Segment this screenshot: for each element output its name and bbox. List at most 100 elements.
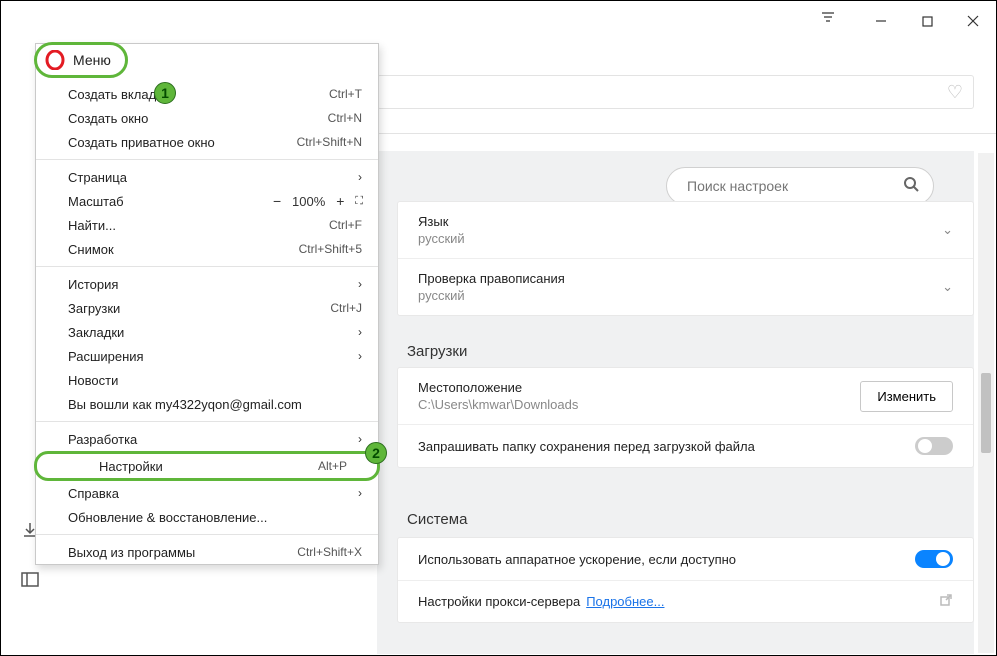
menu-item-label: Новости <box>68 373 118 388</box>
menu-item-label: Обновление & восстановление... <box>68 510 267 525</box>
zoom-in-button[interactable]: + <box>333 193 347 209</box>
menu-item-shortcut: Alt+P <box>318 459 347 473</box>
menu-item-label: Масштаб <box>68 194 124 209</box>
menu-bookmarks[interactable]: Закладки › <box>36 320 378 344</box>
menu-snapshot[interactable]: Снимок Ctrl+Shift+5 <box>36 237 378 261</box>
download-ask-label: Запрашивать папку сохранения перед загру… <box>418 439 755 454</box>
chevron-down-icon: ⌄ <box>942 279 953 295</box>
search-icon <box>903 176 919 197</box>
downloads-panel: Местоположение C:\Users\kmwar\Downloads … <box>397 367 974 468</box>
downloads-section-title: Загрузки <box>407 343 467 360</box>
menu-find[interactable]: Найти... Ctrl+F <box>36 213 378 237</box>
opera-window: ♡ Язык русский ⌄ <box>0 0 997 656</box>
settings-search[interactable] <box>666 167 934 205</box>
proxy-learn-more-link[interactable]: Подробнее... <box>586 594 664 609</box>
menu-item-shortcut: Ctrl+T <box>329 87 362 101</box>
menu-item-shortcut: Ctrl+Shift+N <box>297 135 362 149</box>
chevron-right-icon: › <box>358 349 362 363</box>
menu-new-private-window[interactable]: Создать приватное окно Ctrl+Shift+N <box>36 130 378 154</box>
chevron-right-icon: › <box>358 277 362 291</box>
menu-item-shortcut: Ctrl+N <box>328 111 362 125</box>
menu-item-label: Вы вошли как my4322yqon@gmail.com <box>68 397 302 412</box>
language-panel: Язык русский ⌄ Проверка правописания рус… <box>397 201 974 316</box>
window-controls <box>858 1 996 41</box>
menu-button[interactable]: Меню <box>34 42 128 78</box>
menu-developer[interactable]: Разработка › <box>36 427 378 451</box>
scrollbar[interactable] <box>978 153 994 653</box>
toolbar-separator <box>377 133 996 134</box>
menu-item-label: Закладки <box>68 325 124 340</box>
menu-item-label: Справка <box>68 486 119 501</box>
menu-zoom: Масштаб − 100% + ⛶ <box>36 189 378 213</box>
menu-item-label: Создать приватное окно <box>68 135 215 150</box>
menu-settings[interactable]: Настройки Alt+P 2 <box>34 451 380 481</box>
menu-item-label: Загрузки <box>68 301 120 316</box>
system-panel: Использовать аппаратное ускорение, если … <box>397 537 974 623</box>
menu-item-label: Настройки <box>99 459 163 474</box>
menu-item-shortcut: Ctrl+Shift+5 <box>299 242 362 256</box>
menu-news[interactable]: Новости <box>36 368 378 392</box>
menu-help[interactable]: Справка › <box>36 481 378 505</box>
menu-signed-in[interactable]: Вы вошли как my4322yqon@gmail.com <box>36 392 378 416</box>
proxy-row[interactable]: Настройки прокси-сервера Подробнее... <box>398 580 973 622</box>
menu-item-label: Снимок <box>68 242 114 257</box>
heart-icon[interactable]: ♡ <box>947 82 963 103</box>
callout-badge-1: 1 <box>154 82 176 104</box>
chevron-right-icon: › <box>358 432 362 446</box>
customize-toolbar-icon[interactable] <box>820 11 836 30</box>
maximize-button[interactable] <box>904 1 950 41</box>
zoom-value: 100% <box>292 194 325 209</box>
scroll-thumb[interactable] <box>981 373 991 453</box>
external-link-icon <box>939 593 953 610</box>
chevron-right-icon: › <box>358 325 362 339</box>
menu-item-label: Выход из программы <box>68 545 195 560</box>
menu-item-label: Разработка <box>68 432 137 447</box>
change-location-button[interactable]: Изменить <box>860 381 953 412</box>
menu-separator <box>36 159 378 160</box>
menu-label: Меню <box>73 52 111 68</box>
menu-item-shortcut: Ctrl+Shift+X <box>297 545 362 559</box>
close-button[interactable] <box>950 1 996 41</box>
menu-item-label: История <box>68 277 118 292</box>
menu-item-shortcut: Ctrl+J <box>330 301 362 315</box>
minimize-button[interactable] <box>858 1 904 41</box>
menu-item-label: Расширения <box>68 349 144 364</box>
sidebar-toggle-icon[interactable] <box>21 572 39 593</box>
menu-item-label: Создать окно <box>68 111 148 126</box>
language-row[interactable]: Язык русский ⌄ <box>398 202 973 258</box>
menu-page[interactable]: Страница › <box>36 165 378 189</box>
menu-extensions[interactable]: Расширения › <box>36 344 378 368</box>
download-ask-toggle[interactable] <box>915 437 953 455</box>
proxy-label: Настройки прокси-сервера <box>418 594 580 609</box>
hardware-accel-toggle[interactable] <box>915 550 953 568</box>
hardware-accel-row[interactable]: Использовать аппаратное ускорение, если … <box>398 538 973 580</box>
menu-new-window[interactable]: Создать окно Ctrl+N <box>36 106 378 130</box>
opera-logo-icon <box>45 50 65 70</box>
menu-separator <box>36 534 378 535</box>
menu-new-tab[interactable]: Создать вкладку Ctrl+T <box>36 82 378 106</box>
opera-menu: Меню 1 Создать вкладку Ctrl+T Создать ок… <box>35 43 379 565</box>
menu-item-shortcut: Ctrl+F <box>329 218 362 232</box>
menu-downloads[interactable]: Загрузки Ctrl+J <box>36 296 378 320</box>
spellcheck-row[interactable]: Проверка правописания русский ⌄ <box>398 258 973 315</box>
menu-history[interactable]: История › <box>36 272 378 296</box>
settings-search-input[interactable] <box>687 178 903 194</box>
menu-update-recovery[interactable]: Обновление & восстановление... <box>36 505 378 529</box>
menu-separator <box>36 421 378 422</box>
system-section-title: Система <box>407 511 467 528</box>
language-value: русский <box>418 231 465 246</box>
menu-separator <box>36 266 378 267</box>
menu-exit[interactable]: Выход из программы Ctrl+Shift+X <box>36 540 378 564</box>
download-ask-row[interactable]: Запрашивать папку сохранения перед загру… <box>398 424 973 467</box>
zoom-out-button[interactable]: − <box>270 193 284 209</box>
menu-item-label: Найти... <box>68 218 116 233</box>
download-location-row: Местоположение C:\Users\kmwar\Downloads … <box>398 368 973 424</box>
address-bar[interactable]: ♡ <box>377 75 974 109</box>
hardware-accel-label: Использовать аппаратное ускорение, если … <box>418 552 736 567</box>
settings-page: Язык русский ⌄ Проверка правописания рус… <box>377 151 974 654</box>
spellcheck-label: Проверка правописания <box>418 271 565 286</box>
menu-item-label: Страница <box>68 170 127 185</box>
chevron-right-icon: › <box>358 486 362 500</box>
callout-badge-2: 2 <box>365 442 387 464</box>
fullscreen-icon[interactable]: ⛶ <box>355 195 362 208</box>
